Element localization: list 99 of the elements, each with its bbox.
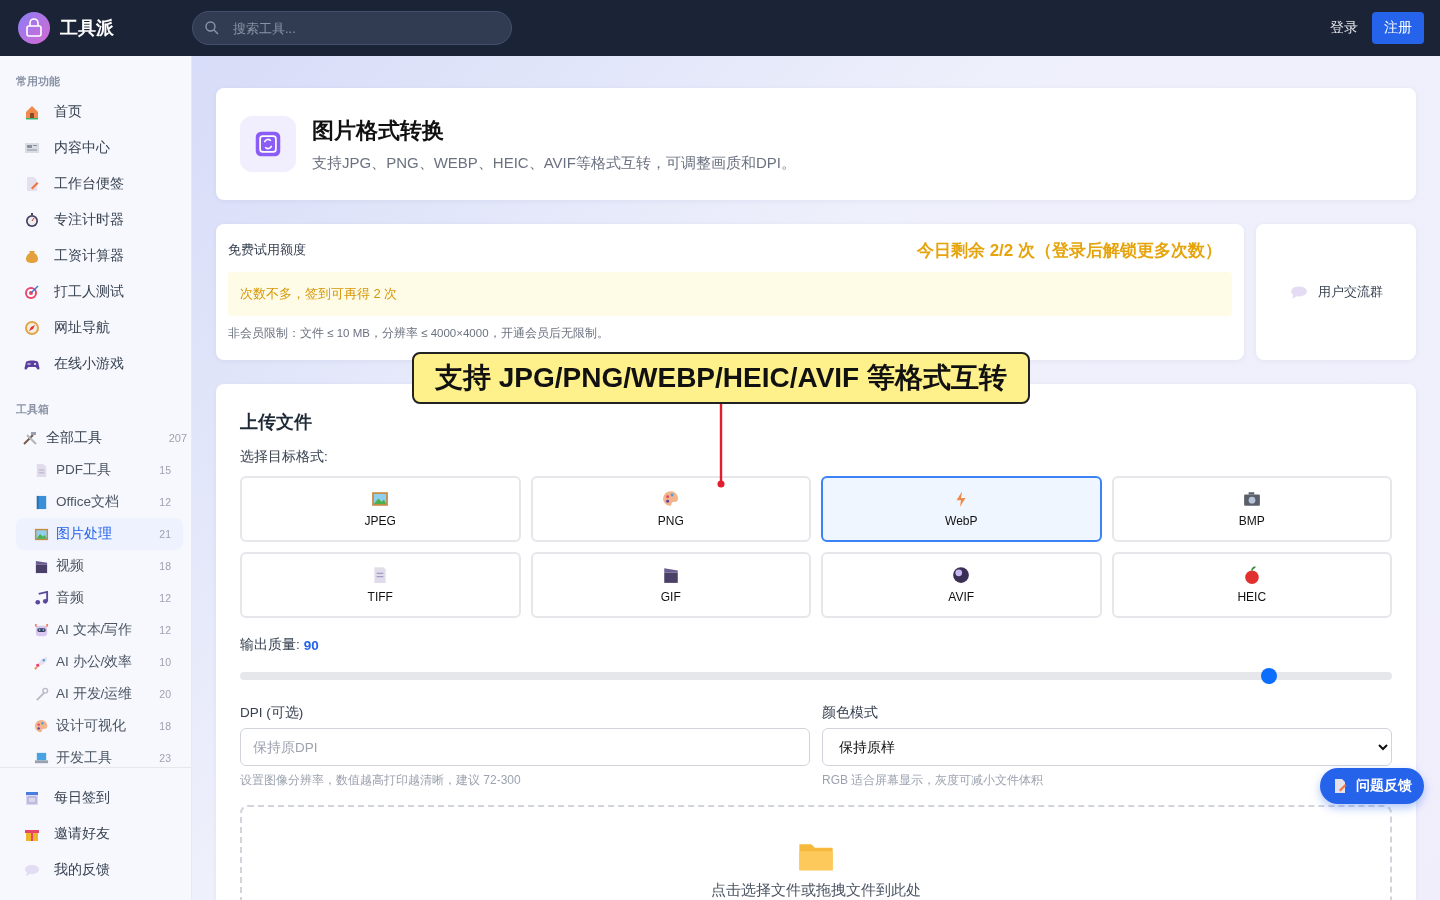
globe-icon: [952, 566, 971, 584]
palette-icon: [34, 718, 49, 734]
framed-picture-icon: [34, 526, 49, 542]
convert-icon: [254, 130, 282, 158]
format-option[interactable]: AVIF: [821, 552, 1102, 618]
slider-thumb[interactable]: [1260, 668, 1277, 684]
search-field[interactable]: 搜索工具...: [192, 11, 512, 45]
field-hint: RGB 适合屏幕显示，灰度可减小文件体积: [822, 772, 1044, 789]
category-item[interactable]: PDF工具 15: [16, 454, 183, 486]
item-count: 18: [159, 560, 171, 572]
format-option[interactable]: TIFF: [240, 552, 521, 618]
section-heading: 工具箱: [16, 402, 50, 417]
item-count: 21: [159, 528, 171, 540]
speech-bubble-icon: [24, 862, 40, 878]
format-option[interactable]: GIF: [530, 552, 811, 618]
logo-text: 工具派: [60, 17, 114, 40]
community-card[interactable]: 用户交流群: [1256, 224, 1416, 360]
drop-zone-text: 点击选择文件或拖拽文件到此处: [711, 881, 921, 900]
nav-item[interactable]: 首页: [16, 94, 183, 130]
nav-item[interactable]: 我的反馈: [16, 852, 183, 888]
category-item[interactable]: AI 文本/写作 12: [16, 614, 183, 646]
item-count: 15: [159, 464, 171, 476]
drop-zone[interactable]: 点击选择文件或拖拽文件到此处: [240, 805, 1392, 900]
quality-value: 90: [303, 637, 319, 653]
memo-icon: [24, 176, 40, 192]
format-option[interactable]: BMP: [1111, 476, 1392, 542]
clapperboard-icon: [661, 566, 680, 584]
nav-item[interactable]: 网址导航: [16, 310, 183, 346]
rocket-icon: [34, 654, 49, 670]
newspaper-icon: [24, 140, 40, 156]
clapperboard-icon: [34, 558, 49, 574]
section-title: 上传文件: [240, 411, 313, 434]
category-item[interactable]: 图片处理 21: [16, 518, 183, 550]
apple-icon: [1242, 566, 1261, 584]
nav-item[interactable]: 在线小游戏: [16, 346, 183, 382]
robot-icon: [34, 622, 49, 638]
document-icon: [34, 462, 49, 478]
nav-item[interactable]: 工资计算器: [16, 238, 183, 274]
community-label: 用户交流群: [1317, 283, 1383, 301]
item-count: 23: [159, 752, 171, 764]
format-option[interactable]: PNG: [530, 476, 811, 542]
palette-icon: [661, 490, 680, 508]
money-bag-icon: [24, 248, 40, 264]
nav-item[interactable]: 邀请好友: [16, 816, 183, 852]
dpi-input[interactable]: 保持原DPI: [240, 728, 810, 766]
nav-item[interactable]: 工作台便签: [16, 166, 183, 202]
format-option[interactable]: HEIC: [1111, 552, 1392, 618]
section-heading: 常用功能: [16, 74, 61, 89]
nav-item[interactable]: 每日签到: [16, 780, 183, 816]
hammer-wrench-icon: [22, 430, 38, 446]
nav-item[interactable]: 专注计时器: [16, 202, 183, 238]
logo-icon: [18, 12, 50, 44]
field-label: 输出质量:: [240, 636, 300, 654]
compass-icon: [24, 320, 40, 336]
item-count: 10: [159, 656, 171, 668]
quota-remaining: 今日剩余 2/2 次（登录后解锁更多次数）: [916, 239, 1223, 262]
item-count: 207: [168, 432, 187, 444]
category-item[interactable]: AI 开发/运维 20: [16, 678, 183, 710]
field-hint: 设置图像分辨率，数值越高打印越清晰，建议 72-300: [240, 772, 521, 789]
feedback-button[interactable]: 问题反馈: [1320, 768, 1424, 804]
item-count: 12: [159, 496, 171, 508]
target-icon: [24, 284, 40, 300]
annotation-callout: 支持 JPG/PNG/WEBP/HEIC/AVIF 等格式互转: [412, 352, 1030, 404]
stopwatch-icon: [24, 212, 40, 228]
item-count: 20: [159, 688, 171, 700]
page-title: 图片格式转换: [312, 116, 445, 145]
field-label: DPI (可选): [240, 704, 305, 722]
camera-icon: [1242, 490, 1261, 508]
laptop-icon: [34, 750, 49, 766]
format-option[interactable]: WebP: [821, 476, 1102, 542]
item-count: 12: [159, 592, 171, 604]
speech-bubble-icon: [1289, 283, 1308, 301]
nav-item[interactable]: 内容中心: [16, 130, 183, 166]
category-item[interactable]: 音频 12: [16, 582, 183, 614]
field-label: 颜色模式: [822, 704, 879, 722]
quota-label: 免费试用额度: [228, 241, 306, 259]
wrench-icon: [34, 686, 49, 702]
book-icon: [34, 494, 49, 510]
format-option[interactable]: JPEG: [240, 476, 521, 542]
category-item[interactable]: 设计可视化 18: [16, 710, 183, 742]
framed-picture-icon: [371, 490, 390, 508]
field-label: 选择目标格式:: [240, 448, 329, 466]
category-item[interactable]: Office文档 12: [16, 486, 183, 518]
limit-note: 非会员限制：文件 ≤ 10 MB，分辨率 ≤ 4000×4000，开通会员后无限制。: [228, 326, 610, 341]
house-icon: [24, 104, 40, 120]
nav-item[interactable]: 打工人测试: [16, 274, 183, 310]
notice-banner: 次数不多，签到可再得 2 次: [228, 272, 1232, 316]
login-link[interactable]: 登录: [1330, 19, 1358, 37]
register-button[interactable]: 注册: [1372, 12, 1424, 44]
calendar-icon: [24, 790, 40, 806]
page-description: 支持JPG、PNG、WEBP、HEIC、AVIF等格式互转，可调整画质和DPI。: [312, 153, 796, 173]
item-count: 12: [159, 624, 171, 636]
color-mode-select[interactable]: 保持原样: [822, 728, 1392, 766]
category-item[interactable]: 开发工具 23: [16, 742, 183, 767]
item-count: 18: [159, 720, 171, 732]
category-item[interactable]: 视频 18: [16, 550, 183, 582]
music-note-icon: [34, 590, 49, 606]
memo-icon: [1332, 778, 1348, 794]
category-item[interactable]: AI 办公/效率 10: [16, 646, 183, 678]
